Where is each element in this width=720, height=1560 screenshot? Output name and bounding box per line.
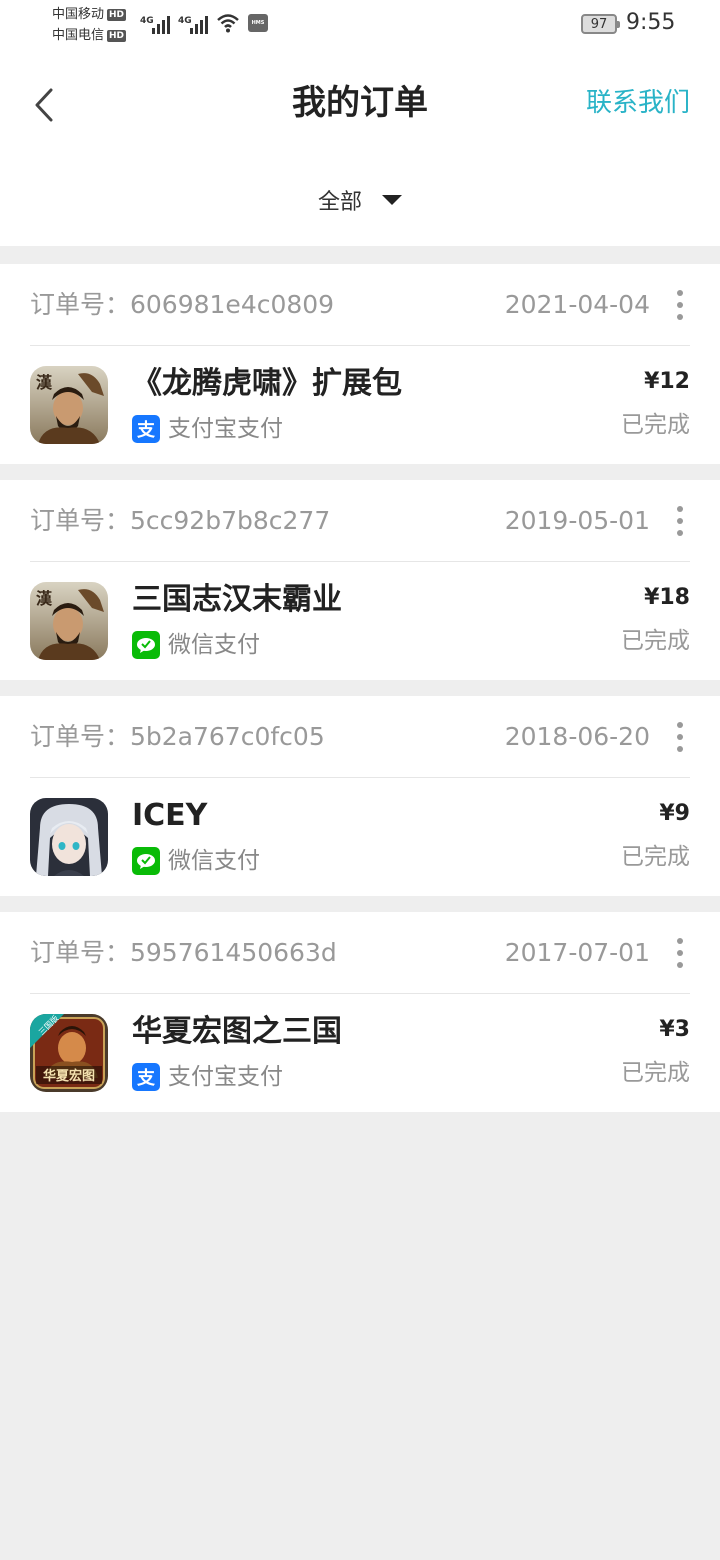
order-price: ¥9 — [659, 801, 690, 826]
more-options-button[interactable] — [670, 722, 690, 752]
contact-us-link[interactable]: 联系我们 — [586, 85, 690, 121]
hd-badge: HD — [107, 8, 127, 21]
product-name: 三国志汉末霸业 — [132, 582, 342, 617]
carrier-name: 中国电信 — [52, 28, 105, 43]
order-date: 2018-06-20 — [504, 722, 650, 751]
more-options-button[interactable] — [670, 938, 690, 968]
product-name: 华夏宏图之三国 — [132, 1014, 342, 1049]
svg-text:漢: 漢 — [36, 373, 53, 392]
alipay-icon: 支 — [132, 1063, 160, 1091]
app-header: 我的订单 联系我们 全部 — [0, 48, 720, 246]
network-type-label: 4G — [178, 16, 192, 26]
carrier-info: 中国移动 HD 中国电信 HD — [52, 4, 127, 46]
wechat-pay-icon — [132, 631, 160, 659]
order-status: 已完成 — [621, 412, 690, 438]
order-card[interactable]: 订单号：606981e4c0809 2021-04-04 漢 《龙腾虎啸》扩展包… — [0, 264, 720, 464]
icon-title-text: 华夏宏图 — [43, 1068, 95, 1084]
order-status: 已完成 — [621, 628, 690, 654]
order-date: 2017-07-01 — [504, 938, 650, 967]
order-number: 订单号：5b2a767c0fc05 — [30, 722, 325, 751]
product-name: ICEY — [132, 798, 208, 833]
wechat-pay-icon — [132, 847, 160, 875]
order-price: ¥3 — [659, 1017, 690, 1042]
hd-badge: HD — [107, 29, 127, 42]
status-bar: 中国移动 HD 中国电信 HD 4G 4G HMS 97 9:55 — [0, 0, 720, 48]
payment-label: 微信支付 — [168, 848, 260, 874]
svg-text:漢: 漢 — [36, 589, 53, 608]
order-price: ¥12 — [644, 369, 690, 394]
order-date: 2021-04-04 — [504, 290, 650, 319]
order-number: 订单号：5cc92b7b8c277 — [30, 506, 331, 535]
order-card[interactable]: 订单号：5cc92b7b8c277 2019-05-01 漢 三国志汉末霸业 微… — [0, 480, 720, 680]
network-type-label: 4G — [140, 16, 154, 26]
payment-method: 微信支付 — [132, 845, 260, 877]
order-status: 已完成 — [621, 1060, 690, 1086]
wifi-icon — [217, 14, 239, 33]
payment-label: 支付宝支付 — [168, 1064, 283, 1090]
sanguo-warlord-icon: 漢 — [30, 366, 108, 444]
icey-girl-icon — [30, 798, 108, 876]
order-card[interactable]: 订单号：595761450663d 2017-07-01 华夏宏图 三国版 华夏… — [0, 912, 720, 1112]
order-number: 订单号：595761450663d — [30, 938, 337, 967]
order-header: 订单号：5b2a767c0fc05 2018-06-20 — [30, 696, 690, 778]
hms-icon: HMS — [248, 14, 268, 32]
order-header: 订单号：595761450663d 2017-07-01 — [30, 912, 690, 994]
payment-method: 微信支付 — [132, 629, 260, 661]
order-header: 订单号：606981e4c0809 2021-04-04 — [30, 264, 690, 346]
order-card[interactable]: 订单号：5b2a767c0fc05 2018-06-20 ICEY 微信支付 ¥… — [0, 696, 720, 896]
cell-signal-icon: 4G — [140, 16, 170, 34]
order-date: 2019-05-01 — [504, 506, 650, 535]
sanguo-warlord-icon: 漢 — [30, 582, 108, 660]
caret-down-icon — [382, 195, 402, 205]
product-name: 《龙腾虎啸》扩展包 — [132, 366, 402, 401]
battery-icon: 97 — [581, 14, 620, 34]
cell-signal-icon: 4G — [178, 16, 208, 34]
order-header: 订单号：5cc92b7b8c277 2019-05-01 — [30, 480, 690, 562]
alipay-icon: 支 — [132, 415, 160, 443]
more-options-button[interactable] — [670, 506, 690, 536]
order-number: 订单号：606981e4c0809 — [30, 290, 335, 319]
order-price: ¥18 — [644, 585, 690, 610]
clock: 9:55 — [626, 10, 676, 35]
payment-method: 支 支付宝支付 — [132, 1061, 283, 1093]
payment-method: 支 支付宝支付 — [132, 413, 283, 445]
filter-label: 全部 — [317, 190, 362, 215]
huaxia-hongtu-icon: 华夏宏图 三国版 — [30, 1014, 108, 1092]
payment-label: 微信支付 — [168, 632, 260, 658]
carrier-name: 中国移动 — [52, 7, 105, 22]
order-filter-dropdown[interactable]: 全部 — [0, 184, 720, 216]
order-status: 已完成 — [621, 844, 690, 870]
payment-label: 支付宝支付 — [168, 416, 283, 442]
more-options-button[interactable] — [670, 290, 690, 320]
signal-indicators: 4G 4G HMS — [140, 10, 268, 34]
